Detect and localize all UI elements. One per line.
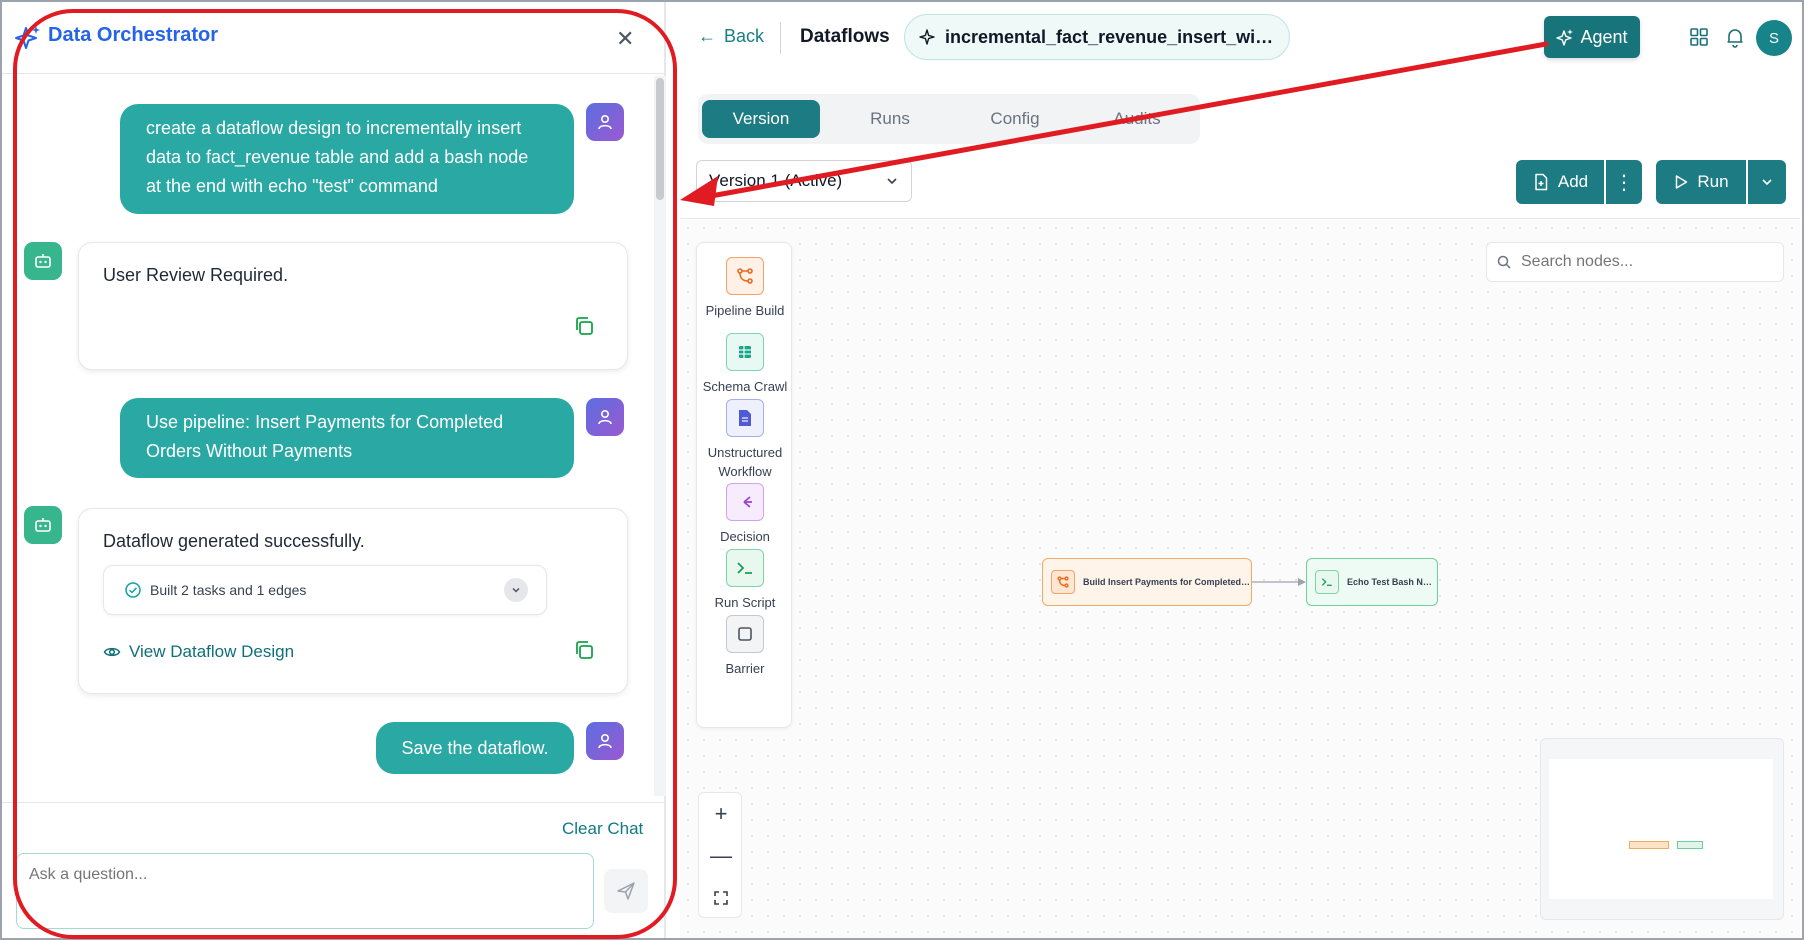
terminal-icon — [726, 549, 764, 587]
message-text: create a dataflow design to incrementall… — [146, 118, 529, 196]
node-palette: Pipeline Build Schema Crawl Unstructured… — [696, 242, 792, 728]
script-node[interactable]: Echo Test Bash Node — [1306, 558, 1438, 606]
pipeline-node[interactable]: Build Insert Payments for Completed ... — [1042, 558, 1252, 606]
view-dataflow-text: View Dataflow Design — [129, 642, 295, 661]
palette-label: Decision — [720, 529, 770, 544]
agent-label: Agent — [1580, 26, 1628, 47]
run-label: Run — [1697, 172, 1729, 191]
user-message: Save the dataflow. — [376, 722, 574, 774]
sparkle-icon — [1556, 29, 1574, 46]
decision-icon — [726, 483, 764, 521]
bot-avatar — [24, 506, 62, 544]
palette-label: Schema Crawl — [702, 379, 788, 394]
user-message: create a dataflow design to incrementall… — [120, 104, 574, 214]
chevron-down-icon — [1762, 179, 1772, 186]
node-label: Echo Test Bash Node — [1347, 577, 1437, 587]
message-text: Dataflow generated successfully. — [103, 531, 365, 551]
add-label: Add — [1557, 172, 1589, 191]
terminal-icon — [1315, 570, 1339, 594]
bot-icon — [35, 254, 51, 268]
tasks-summary-text: Built 2 tasks and 1 edges — [150, 582, 307, 598]
palette-label: Pipeline Build — [705, 303, 785, 318]
palette-item-pipeline-build[interactable]: Pipeline Build — [697, 257, 793, 320]
zoom-in-button[interactable]: + — [699, 793, 743, 835]
check-circle-icon — [125, 582, 141, 598]
send-icon — [617, 882, 635, 900]
message-text: Use pipeline: Insert Payments for Comple… — [146, 412, 504, 461]
zoom-out-button[interactable]: — — [699, 835, 743, 877]
view-dataflow-link[interactable]: View Dataflow Design — [103, 642, 294, 662]
fit-view-button[interactable] — [699, 877, 743, 919]
user-avatar[interactable]: S — [1756, 20, 1792, 56]
chevron-down-icon[interactable] — [504, 578, 528, 602]
user-avatar — [586, 103, 624, 141]
send-button[interactable] — [604, 869, 648, 913]
fullscreen-icon — [714, 891, 728, 905]
eye-icon — [103, 647, 121, 657]
divider — [680, 218, 1800, 219]
user-icon — [598, 409, 612, 425]
minimap-viewport — [1549, 759, 1773, 899]
palette-label: Unstructured Workflow — [707, 445, 783, 479]
edge-arrow — [1252, 578, 1306, 586]
copy-icon[interactable] — [573, 639, 595, 661]
minimap-node — [1677, 841, 1703, 849]
user-icon — [598, 114, 612, 130]
palette-item-run-script[interactable]: Run Script — [697, 549, 793, 612]
user-message: Use pipeline: Insert Payments for Comple… — [120, 398, 574, 478]
user-avatar — [586, 398, 624, 436]
play-icon — [1676, 175, 1688, 189]
bot-avatar — [24, 242, 62, 280]
copy-icon[interactable] — [573, 315, 595, 337]
tasks-summary[interactable]: Built 2 tasks and 1 edges — [103, 565, 547, 615]
grid-icon[interactable] — [1688, 26, 1710, 48]
run-button[interactable]: Run — [1656, 160, 1746, 204]
square-icon — [726, 615, 764, 653]
chat-scrollbar[interactable] — [654, 76, 666, 796]
pipeline-icon — [726, 257, 764, 295]
palette-item-schema-crawl[interactable]: Schema Crawl — [697, 333, 793, 396]
bot-message: User Review Required. — [78, 242, 628, 370]
more-vertical-icon[interactable]: ⋮ — [1606, 160, 1642, 204]
user-icon — [598, 733, 612, 749]
zoom-controls: + — — [698, 792, 742, 918]
scroll-thumb[interactable] — [656, 78, 664, 200]
search-icon — [1497, 255, 1511, 269]
palette-item-decision[interactable]: Decision — [697, 483, 793, 546]
minimap-node — [1629, 841, 1669, 849]
clear-chat-button[interactable]: Clear Chat — [562, 819, 643, 839]
ask-input[interactable] — [16, 853, 594, 929]
message-text: Save the dataflow. — [401, 737, 549, 758]
run-options-button[interactable] — [1748, 160, 1786, 204]
chat-title: Data Orchestrator — [48, 24, 219, 46]
node-label: Build Insert Payments for Completed ... — [1083, 577, 1251, 587]
close-icon[interactable]: ✕ — [616, 26, 634, 52]
palette-item-barrier[interactable]: Barrier — [697, 615, 793, 678]
annotation-arrow — [680, 41, 1549, 206]
bell-icon[interactable] — [1724, 26, 1746, 48]
search-nodes-input[interactable] — [1486, 242, 1784, 282]
user-avatar — [586, 722, 624, 760]
bot-icon — [35, 518, 51, 532]
chat-header: Data Orchestrator ✕ — [2, 2, 666, 74]
palette-item-unstructured-workflow[interactable]: Unstructured Workflow — [697, 399, 793, 481]
message-text: User Review Required. — [103, 265, 289, 285]
bot-message: Dataflow generated successfully. Built 2… — [78, 508, 628, 694]
table-icon — [726, 333, 764, 371]
minimap[interactable] — [1540, 738, 1784, 920]
palette-label: Run Script — [714, 595, 776, 610]
palette-label: Barrier — [725, 661, 765, 676]
pipeline-icon — [1051, 570, 1075, 594]
document-icon — [726, 399, 764, 437]
agent-button[interactable]: Agent — [1544, 16, 1640, 58]
sparkle-icon — [15, 26, 40, 49]
chat-footer: Clear Chat — [2, 802, 666, 938]
chat-panel: Data Orchestrator ✕ create a dataflow de… — [2, 2, 666, 938]
